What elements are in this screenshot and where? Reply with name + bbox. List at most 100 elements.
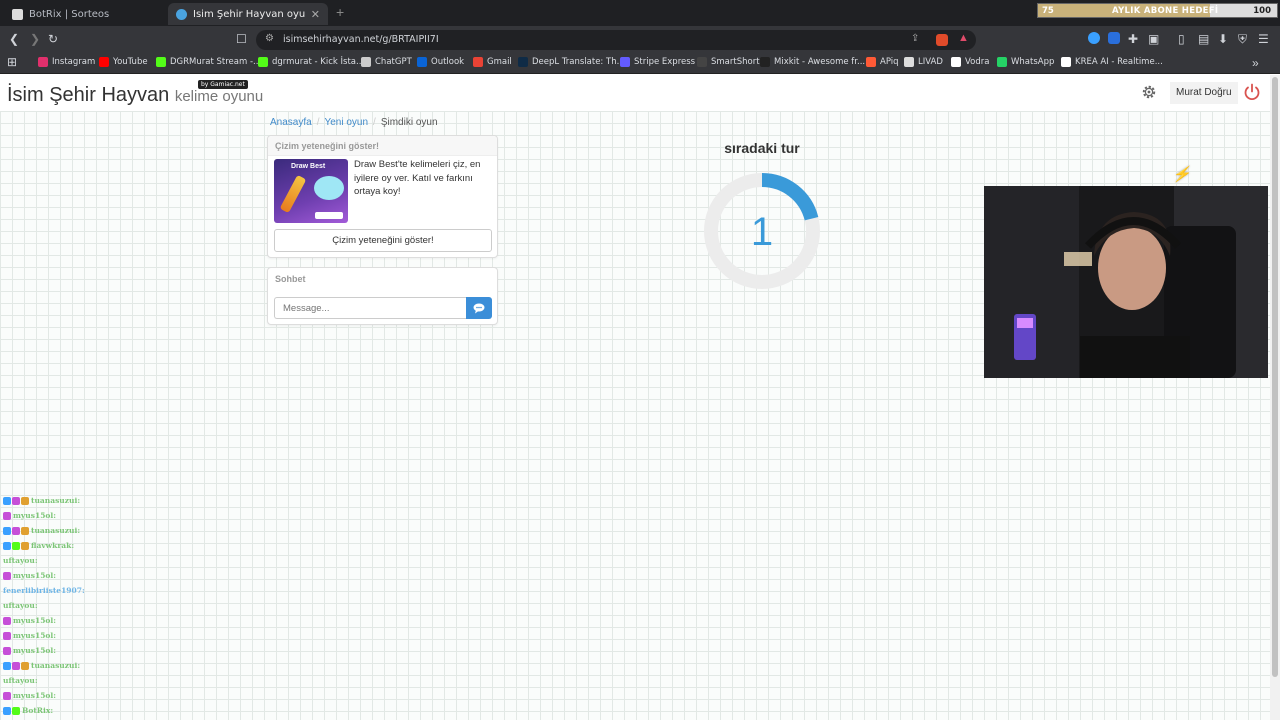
bookmark-item[interactable]: Outlook bbox=[417, 57, 464, 67]
breadcrumb-new-game-link[interactable]: Yeni oyun bbox=[324, 117, 368, 128]
bookmark-icon[interactable]: ☐ bbox=[236, 32, 247, 46]
brave-rewards-icon[interactable]: ▲ bbox=[958, 32, 969, 44]
bookmark-favicon-icon bbox=[518, 57, 528, 67]
bookmark-favicon-icon bbox=[697, 57, 707, 67]
bookmark-favicon-icon bbox=[866, 57, 876, 67]
stream-chat-overlay: tuanasuzui: myus15ol: tuanasuzui: flavwkrak… bbox=[3, 493, 363, 720]
bookmark-favicon-icon bbox=[361, 57, 371, 67]
user-name-button[interactable]: Murat Doğru bbox=[1170, 82, 1238, 104]
bookmark-item[interactable]: APiq bbox=[866, 57, 899, 67]
chat-badges bbox=[3, 631, 11, 640]
chat-badge-icon bbox=[12, 496, 20, 505]
pencil-illustration-icon bbox=[279, 174, 307, 214]
tab-botrix[interactable]: BotRix | Sorteos bbox=[4, 3, 164, 25]
bookmark-item[interactable]: ChatGPT bbox=[361, 57, 412, 67]
overlay-chat-username: myus15ol: bbox=[13, 691, 57, 700]
chat-badges bbox=[3, 646, 11, 655]
countdown-ring: 1 bbox=[704, 173, 820, 289]
extension-icon[interactable] bbox=[1108, 32, 1120, 44]
gamiac-badge[interactable]: by Gamiac.net bbox=[198, 80, 248, 89]
bookmark-label: dgrmurat - Kick İsta... bbox=[272, 57, 365, 67]
bookmark-label: APiq bbox=[880, 57, 899, 67]
settings-gear-icon[interactable] bbox=[1141, 84, 1157, 103]
show-drawing-skill-button[interactable]: Çizim yeteneğini göster! bbox=[274, 229, 492, 252]
bookmark-label: DGRMurat Stream -... bbox=[170, 57, 262, 67]
overlay-chat-line: myus15ol: bbox=[3, 613, 363, 628]
bookmark-item[interactable]: Vodra bbox=[951, 57, 989, 67]
brave-shields-icon[interactable] bbox=[936, 34, 948, 46]
next-round-title: sıradaki tur bbox=[724, 140, 800, 156]
sidebar-icon[interactable]: ▯ bbox=[1178, 32, 1185, 46]
chat-badge-icon bbox=[3, 706, 11, 715]
globe-icon bbox=[176, 8, 187, 20]
overlay-chat-username: uftayou: bbox=[3, 556, 38, 565]
tab-isimsehirhayvan[interactable]: İsim Şehir Hayvan oyununa katıl ✕ bbox=[168, 3, 328, 25]
apps-grid-icon[interactable]: ⊞ bbox=[7, 55, 17, 69]
bookmark-label: Mixkit - Awesome fr... bbox=[774, 57, 866, 67]
forward-icon[interactable]: ❯ bbox=[30, 32, 40, 46]
chat-badge-icon bbox=[3, 631, 11, 640]
overlay-chat-username: BotRix: bbox=[22, 706, 54, 715]
chat-badge-icon bbox=[12, 526, 20, 535]
reload-icon[interactable]: ↻ bbox=[48, 32, 58, 46]
draw-best-image[interactable]: Draw Best bbox=[274, 159, 348, 223]
goal-current: 75 bbox=[1042, 6, 1054, 16]
bookmark-item[interactable]: WhatsApp bbox=[997, 57, 1054, 67]
site-title: İsim Şehir Hayvan bbox=[7, 84, 170, 106]
overlay-chat-line: flavwkrak: bbox=[3, 538, 363, 553]
site-navbar: İsim Şehir Hayvan kelime oyunu by Gamiac… bbox=[0, 75, 1270, 111]
menu-icon[interactable]: ☰ bbox=[1258, 32, 1269, 46]
bookmark-item[interactable]: dgrmurat - Kick İsta... bbox=[258, 57, 364, 67]
downloads-icon[interactable]: ⬇ bbox=[1218, 32, 1228, 46]
bookmark-item[interactable]: DGRMurat Stream -... bbox=[156, 57, 261, 67]
chat-badge-icon bbox=[12, 706, 20, 715]
bookmark-favicon-icon bbox=[156, 57, 166, 67]
bookmark-item[interactable]: Gmail bbox=[473, 57, 512, 67]
bookmark-item[interactable]: Stripe Express bbox=[620, 57, 695, 67]
extensions-puzzle-icon[interactable]: ✚ bbox=[1128, 32, 1138, 46]
chat-badge-icon bbox=[3, 526, 11, 535]
bookmark-item[interactable]: YouTube bbox=[99, 57, 148, 67]
bookmark-item[interactable]: LIVAD bbox=[904, 57, 943, 67]
bookmark-item[interactable]: Instagram bbox=[38, 57, 95, 67]
overlay-chat-username: uftayou: bbox=[3, 676, 38, 685]
share-icon[interactable]: ⇪ bbox=[911, 33, 919, 44]
address-bar[interactable]: ⚙ isimsehirhayvan.net/g/BRTAIPII7I ⇪ ▲ bbox=[256, 30, 976, 50]
bookmark-item[interactable]: Mixkit - Awesome fr... bbox=[760, 57, 865, 67]
chat-message-input[interactable] bbox=[274, 297, 467, 319]
screenshot-icon[interactable]: ▣ bbox=[1148, 32, 1159, 46]
site-info-icon[interactable]: ⚙ bbox=[265, 33, 274, 44]
wallet-icon[interactable]: ▤ bbox=[1198, 32, 1209, 46]
more-bookmarks-icon[interactable]: » bbox=[1252, 56, 1259, 70]
bookmark-label: Gmail bbox=[487, 57, 512, 67]
new-tab-icon[interactable]: + bbox=[336, 4, 344, 20]
chat-badges bbox=[3, 661, 29, 670]
vpn-icon[interactable]: ⛨ bbox=[1238, 32, 1247, 46]
bookmark-item[interactable]: SmartShort bbox=[697, 57, 760, 67]
back-icon[interactable]: ❮ bbox=[9, 32, 19, 46]
close-tab-icon[interactable]: ✕ bbox=[311, 8, 320, 21]
overlay-chat-username: uftayou: bbox=[3, 601, 38, 610]
breadcrumb-home-link[interactable]: Anasayfa bbox=[270, 117, 312, 128]
chat-badges bbox=[3, 526, 29, 535]
overlay-chat-line: myus15ol: bbox=[3, 688, 363, 703]
bookmark-label: Instagram bbox=[52, 57, 96, 67]
send-message-button[interactable] bbox=[466, 297, 492, 319]
bookmark-label: YouTube bbox=[113, 57, 148, 67]
bookmark-favicon-icon bbox=[99, 57, 109, 67]
goal-label: AYLIK ABONE HEDEFİ bbox=[1112, 6, 1219, 16]
bookmark-label: LIVAD bbox=[918, 57, 943, 67]
address-url: isimsehirhayvan.net/g/BRTAIPII7I bbox=[283, 34, 439, 45]
bookmark-item[interactable]: KREA AI - Realtime... bbox=[1061, 57, 1163, 67]
extension-icon[interactable] bbox=[1088, 32, 1100, 44]
chat-badge-icon bbox=[3, 646, 11, 655]
bookmark-item[interactable]: DeepL Translate: Th... bbox=[518, 57, 625, 67]
bookmark-favicon-icon bbox=[620, 57, 630, 67]
page-scrollbar[interactable] bbox=[1270, 75, 1280, 720]
overlay-chat-line: myus15ol: bbox=[3, 568, 363, 583]
scrollbar-thumb[interactable] bbox=[1272, 77, 1278, 677]
chat-badge-icon bbox=[12, 541, 20, 550]
overlay-chat-username: fenerlibiriiste1907: bbox=[3, 586, 85, 595]
site-subtitle: kelime oyunu bbox=[174, 88, 264, 105]
logout-power-icon[interactable] bbox=[1243, 83, 1261, 104]
